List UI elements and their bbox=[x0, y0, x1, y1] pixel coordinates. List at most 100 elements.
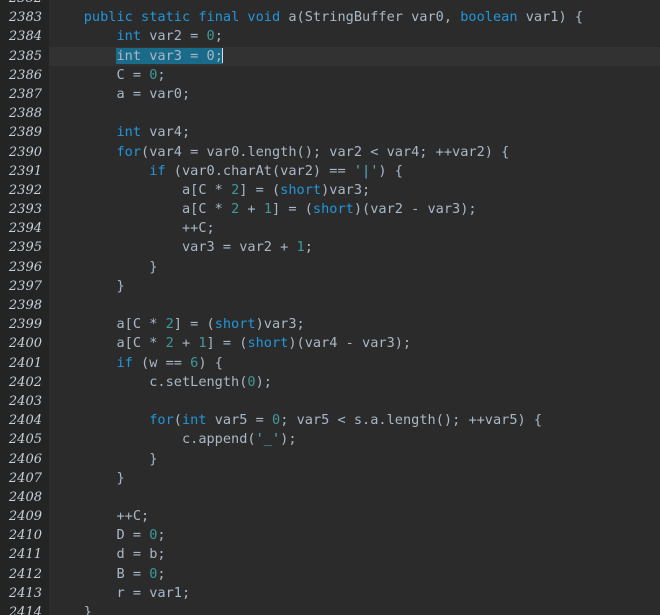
code-token: c.append( bbox=[51, 431, 256, 448]
line-number[interactable]: 2409 bbox=[0, 507, 49, 526]
code-line[interactable]: a = var0; bbox=[49, 85, 660, 104]
code-token-selected: int bbox=[116, 47, 150, 64]
code-line[interactable]: for(var4 = var0.length(); var2 < var4; +… bbox=[49, 143, 660, 162]
line-number[interactable]: 2382 bbox=[0, 0, 49, 8]
code-token: ) { bbox=[198, 354, 223, 371]
code-token: 1 bbox=[296, 239, 305, 256]
code-token: ] = ( bbox=[206, 335, 248, 352]
code-token: ; var5 < s.a.length(); ++var5) { bbox=[280, 412, 543, 429]
code-line[interactable]: int var4; bbox=[49, 123, 660, 142]
code-line[interactable]: } bbox=[49, 603, 660, 615]
code-token: ] = ( bbox=[272, 201, 313, 218]
line-number[interactable]: 2402 bbox=[0, 373, 49, 392]
code-line[interactable]: var3 = var2 + 1; bbox=[49, 238, 660, 257]
line-number[interactable]: 2399 bbox=[0, 315, 49, 334]
code-token: ] = ( bbox=[173, 316, 215, 333]
code-line[interactable]: a[C * 2 + 1] = (short)(var4 - var3); bbox=[49, 334, 660, 353]
code-line[interactable]: public static final void a(StringBuffer … bbox=[49, 8, 660, 27]
code-editor[interactable]: 2382238323842385238623872388238923902391… bbox=[0, 0, 660, 615]
line-number[interactable]: 2406 bbox=[0, 450, 49, 469]
code-token: for bbox=[116, 143, 142, 160]
code-line[interactable] bbox=[49, 296, 660, 315]
line-number[interactable]: 2395 bbox=[0, 238, 49, 257]
line-number[interactable]: 2389 bbox=[0, 123, 49, 142]
code-line[interactable] bbox=[49, 0, 660, 8]
code-token: a[C * bbox=[51, 316, 166, 333]
line-number[interactable]: 2414 bbox=[0, 603, 49, 615]
code-token: short bbox=[312, 201, 354, 218]
code-token: var4; bbox=[149, 124, 191, 141]
code-token: a(StringBuffer var0, bbox=[288, 9, 461, 26]
line-number[interactable]: 2383 bbox=[0, 8, 49, 27]
code-line[interactable]: } bbox=[49, 258, 660, 277]
code-line[interactable]: a[C * 2] = (short)var3; bbox=[49, 315, 660, 334]
line-number[interactable]: 2398 bbox=[0, 296, 49, 315]
line-number[interactable]: 2385 bbox=[0, 47, 49, 66]
line-number[interactable]: 2391 bbox=[0, 162, 49, 181]
line-number[interactable]: 2396 bbox=[0, 258, 49, 277]
line-number[interactable]: 2407 bbox=[0, 469, 49, 488]
code-token: ; bbox=[157, 527, 166, 544]
line-number[interactable]: 2390 bbox=[0, 143, 49, 162]
line-number[interactable]: 2400 bbox=[0, 334, 49, 353]
code-token: } bbox=[51, 604, 92, 615]
code-line[interactable]: r = var1; bbox=[49, 584, 660, 603]
code-token: )var3; bbox=[321, 181, 371, 198]
code-line[interactable]: ++C; bbox=[49, 507, 660, 526]
line-number[interactable]: 2387 bbox=[0, 85, 49, 104]
code-line[interactable]: if (w == 6) { bbox=[49, 354, 660, 373]
line-number[interactable]: 2403 bbox=[0, 392, 49, 411]
code-line[interactable]: int var2 = 0; bbox=[49, 27, 660, 46]
code-token: r = var1; bbox=[51, 584, 191, 601]
line-number[interactable]: 2412 bbox=[0, 565, 49, 584]
code-line[interactable]: } bbox=[49, 469, 660, 488]
code-token: '|' bbox=[353, 162, 379, 179]
code-line[interactable]: d = b; bbox=[49, 545, 660, 564]
line-number[interactable]: 2410 bbox=[0, 526, 49, 545]
line-number-gutter[interactable]: 2382238323842385238623872388238923902391… bbox=[0, 0, 49, 615]
code-token-selected: var3 = bbox=[149, 47, 207, 64]
code-line[interactable]: D = 0; bbox=[49, 526, 660, 545]
code-line[interactable] bbox=[49, 392, 660, 411]
line-number[interactable]: 2393 bbox=[0, 200, 49, 219]
code-token: ) { bbox=[378, 162, 403, 179]
code-token: d = b; bbox=[51, 546, 166, 563]
code-token: var1) { bbox=[525, 9, 584, 26]
line-number[interactable]: 2405 bbox=[0, 430, 49, 449]
code-line[interactable]: C = 0; bbox=[49, 66, 660, 85]
line-number[interactable]: 2386 bbox=[0, 66, 49, 85]
line-number[interactable]: 2392 bbox=[0, 181, 49, 200]
line-number[interactable]: 2404 bbox=[0, 411, 49, 430]
line-number[interactable]: 2411 bbox=[0, 545, 49, 564]
code-line[interactable]: } bbox=[49, 277, 660, 296]
code-line[interactable]: a[C * 2] = (short)var3; bbox=[49, 181, 660, 200]
code-line[interactable]: B = 0; bbox=[49, 565, 660, 584]
code-line-current[interactable]: int var3 = 0; bbox=[49, 46, 660, 66]
code-content-area[interactable]: public static final void a(StringBuffer … bbox=[49, 0, 660, 615]
line-number[interactable]: 2413 bbox=[0, 584, 49, 603]
line-number[interactable]: 2394 bbox=[0, 219, 49, 238]
code-token: a = var0; bbox=[51, 85, 191, 102]
code-line[interactable] bbox=[49, 104, 660, 123]
code-line[interactable]: if (var0.charAt(var2) == '|') { bbox=[49, 162, 660, 181]
code-token: int bbox=[116, 28, 150, 45]
code-line[interactable]: ++C; bbox=[49, 219, 660, 238]
code-token: ); bbox=[280, 431, 297, 448]
code-line[interactable]: } bbox=[49, 450, 660, 469]
code-token: 1 bbox=[263, 201, 272, 218]
code-line[interactable] bbox=[49, 488, 660, 507]
code-line[interactable]: a[C * 2 + 1] = (short)(var2 - var3); bbox=[49, 200, 660, 219]
line-number[interactable]: 2401 bbox=[0, 354, 49, 373]
code-line[interactable]: c.append('_'); bbox=[49, 430, 660, 449]
line-number[interactable]: 2397 bbox=[0, 277, 49, 296]
line-number[interactable]: 2408 bbox=[0, 488, 49, 507]
code-token: } bbox=[51, 469, 125, 486]
code-line[interactable]: for(int var5 = 0; var5 < s.a.length(); +… bbox=[49, 411, 660, 430]
line-number[interactable]: 2384 bbox=[0, 27, 49, 46]
line-number[interactable]: 2388 bbox=[0, 104, 49, 123]
code-token: 2 bbox=[165, 316, 174, 333]
code-line[interactable]: c.setLength(0); bbox=[49, 373, 660, 392]
